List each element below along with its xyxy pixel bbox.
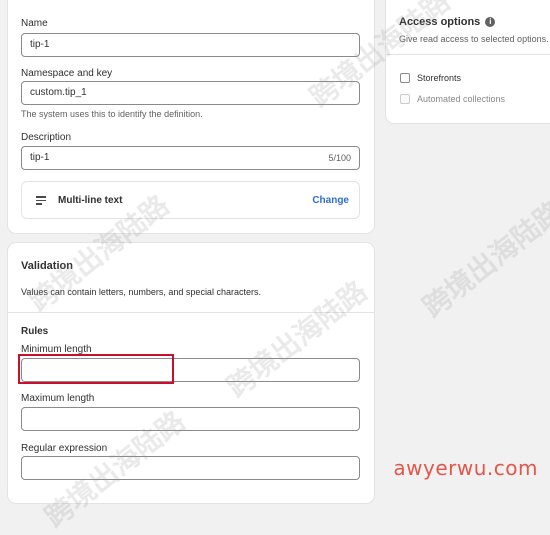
- storefronts-label[interactable]: Storefronts: [417, 73, 461, 83]
- validation-title: Validation: [21, 260, 73, 272]
- name-label: Name: [21, 18, 48, 29]
- access-options-title-row: Access options i: [399, 16, 496, 28]
- name-input[interactable]: tip-1: [21, 33, 360, 57]
- site-watermark: awyerwu.com: [393, 456, 538, 480]
- namespace-input-value: custom.tip_1: [30, 87, 87, 98]
- description-label: Description: [21, 132, 72, 143]
- validation-description: Values can contain letters, numbers, and…: [21, 287, 261, 297]
- regex-input[interactable]: [21, 456, 360, 480]
- max-length-input[interactable]: [21, 407, 360, 431]
- validation-divider: [8, 312, 374, 313]
- validation-card: Validation Values can contain letters, n…: [8, 243, 374, 503]
- max-length-label: Maximum length: [21, 393, 95, 404]
- watermark-text-3: 跨境出海陆路: [416, 194, 550, 324]
- access-options-divider: [386, 54, 550, 55]
- rules-title: Rules: [21, 326, 49, 337]
- name-input-value: tip-1: [30, 39, 50, 50]
- description-char-counter: 5/100: [328, 153, 351, 163]
- description-input-value: tip-1: [30, 152, 50, 163]
- content-type-box: Multi-line text Change: [21, 181, 360, 219]
- multiline-text-icon: [36, 196, 46, 205]
- namespace-help-text: The system uses this to identify the def…: [21, 109, 203, 119]
- automated-collections-checkbox: [400, 94, 410, 104]
- storefronts-checkbox[interactable]: [400, 73, 410, 83]
- content-type-label: Multi-line text: [58, 195, 123, 206]
- access-options-title: Access options: [399, 16, 481, 28]
- description-input[interactable]: tip-1 5/100: [21, 146, 360, 170]
- access-options-subtitle: Give read access to selected options.: [399, 34, 549, 44]
- namespace-label: Namespace and key: [21, 68, 113, 79]
- change-type-link[interactable]: Change: [312, 195, 349, 206]
- regex-label: Regular expression: [21, 443, 108, 454]
- access-options-card: Access options i Give read access to sele…: [386, 0, 550, 123]
- automated-collections-label: Automated collections: [417, 94, 506, 104]
- definition-card: Name tip-1 Namespace and key custom.tip_…: [8, 0, 374, 233]
- info-icon[interactable]: i: [485, 17, 496, 27]
- min-length-highlight-box: [18, 354, 174, 384]
- namespace-input[interactable]: custom.tip_1: [21, 81, 360, 105]
